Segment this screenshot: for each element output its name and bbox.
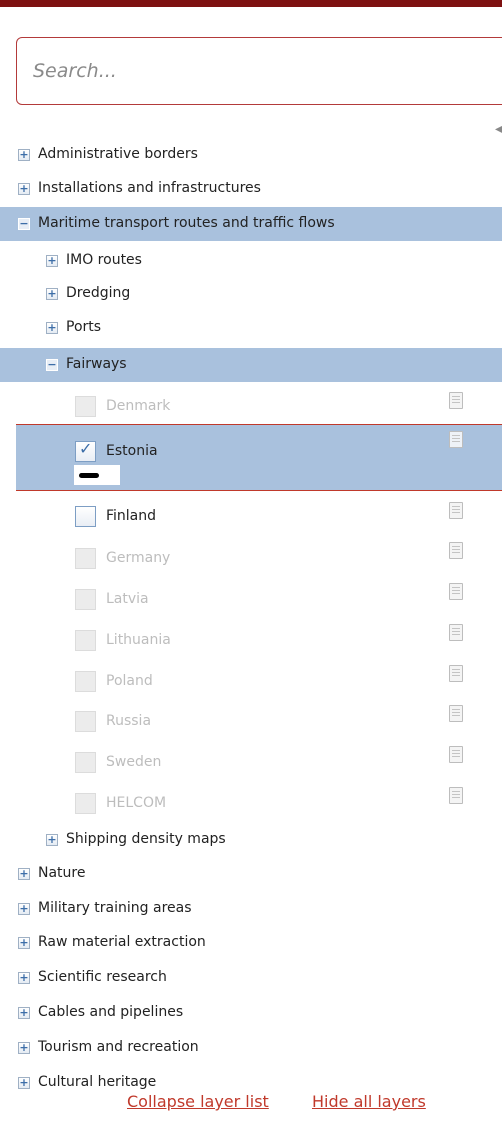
check-icon: ✓ (79, 439, 93, 458)
tree-item-label: Installations and infrastructures (38, 180, 261, 196)
expand-icon[interactable]: + (18, 1007, 30, 1019)
layer-label: Denmark (106, 398, 171, 414)
expand-icon[interactable]: + (46, 322, 58, 334)
tree-item-label: Scientific research (38, 969, 167, 985)
layer-label: Lithuania (106, 632, 171, 648)
legend-line-symbol (74, 465, 120, 485)
tree-item-label: Dredging (66, 285, 131, 301)
expand-icon[interactable]: + (18, 903, 30, 915)
tree-item-label: Military training areas (38, 900, 192, 916)
tree-item-cables[interactable]: + Cables and pipelines (0, 996, 502, 1030)
layer-sweden: Sweden (0, 742, 502, 782)
panel-arrow-icon[interactable]: ◀ (495, 124, 502, 135)
layer-russia: Russia (0, 701, 502, 741)
metadata-doc-icon[interactable] (449, 746, 463, 763)
tree-item-label: Raw material extraction (38, 934, 206, 950)
layer-label: Russia (106, 713, 152, 729)
tree-item-label: Shipping density maps (66, 831, 226, 847)
layer-poland: Poland (0, 661, 502, 701)
expand-icon[interactable]: + (18, 149, 30, 161)
tree-item-scientific[interactable]: + Scientific research (0, 961, 502, 995)
layer-lithuania: Lithuania (0, 620, 502, 660)
expand-icon[interactable]: + (18, 972, 30, 984)
tree-item-label: Administrative borders (38, 146, 198, 162)
layer-label: Latvia (106, 591, 149, 607)
tree-item-dredging[interactable]: + Dredging (0, 277, 502, 311)
expand-icon[interactable]: + (18, 868, 30, 880)
layer-helcom: HELCOM (0, 783, 502, 823)
tree-item-tourism[interactable]: + Tourism and recreation (0, 1031, 502, 1065)
top-bar (0, 0, 502, 7)
tree-item-raw-material[interactable]: + Raw material extraction (0, 926, 502, 960)
metadata-doc-icon[interactable] (449, 787, 463, 804)
tree-item-installations[interactable]: + Installations and infrastructures (0, 172, 502, 206)
layer-label: Finland (106, 508, 157, 524)
collapse-layer-list-link[interactable]: Collapse layer list (127, 1092, 269, 1111)
tree-item-label: Maritime transport routes and traffic fl… (38, 215, 335, 231)
tree-item-ports[interactable]: + Ports (0, 311, 502, 345)
tree-item-administrative-borders[interactable]: + Administrative borders (0, 138, 502, 172)
tree-item-maritime-transport[interactable]: − Maritime transport routes and traffic … (0, 207, 502, 241)
hide-all-layers-link[interactable]: Hide all layers (312, 1092, 426, 1111)
metadata-doc-icon[interactable] (449, 392, 463, 409)
layer-checkbox (75, 752, 96, 773)
expand-icon[interactable]: + (18, 1077, 30, 1089)
layer-checkbox (75, 793, 96, 814)
layer-germany: Germany (0, 538, 502, 578)
layer-checkbox (75, 396, 96, 417)
tree-item-fairways[interactable]: − Fairways (0, 348, 502, 382)
layer-finland[interactable]: Finland (0, 496, 502, 536)
tree-item-label: IMO routes (66, 252, 142, 268)
expand-icon[interactable]: + (46, 255, 58, 267)
expand-icon[interactable]: + (46, 288, 58, 300)
layer-checkbox (75, 630, 96, 651)
layer-checkbox (75, 589, 96, 610)
tree-item-label: Nature (38, 865, 86, 881)
metadata-doc-icon[interactable] (449, 624, 463, 641)
search-input[interactable] (33, 57, 493, 85)
expand-icon[interactable]: + (18, 937, 30, 949)
collapse-icon[interactable]: − (46, 359, 58, 371)
layer-latvia: Latvia (0, 579, 502, 619)
expand-icon[interactable]: + (46, 834, 58, 846)
layer-label: HELCOM (106, 795, 167, 811)
layer-checkbox (75, 671, 96, 692)
layer-checkbox[interactable]: ✓ (75, 439, 96, 462)
layer-label: Poland (106, 673, 153, 689)
layer-label: Germany (106, 550, 171, 566)
collapse-icon[interactable]: − (18, 218, 30, 230)
tree-item-label: Ports (66, 319, 102, 335)
layer-checkbox (75, 711, 96, 732)
metadata-doc-icon[interactable] (449, 431, 463, 448)
tree-item-military[interactable]: + Military training areas (0, 892, 502, 926)
expand-icon[interactable]: + (18, 1042, 30, 1054)
tree-item-label: Tourism and recreation (38, 1039, 199, 1055)
tree-item-label: Cultural heritage (38, 1074, 157, 1090)
metadata-doc-icon[interactable] (449, 542, 463, 559)
metadata-doc-icon[interactable] (449, 502, 463, 519)
search-box[interactable] (16, 37, 502, 105)
expand-icon[interactable]: + (18, 183, 30, 195)
tree-item-nature[interactable]: + Nature (0, 857, 502, 891)
layer-checkbox[interactable] (75, 506, 96, 527)
layer-label: Sweden (106, 754, 162, 770)
metadata-doc-icon[interactable] (449, 583, 463, 600)
tree-item-label: Fairways (66, 356, 127, 372)
metadata-doc-icon[interactable] (449, 705, 463, 722)
tree-item-shipping-density[interactable]: + Shipping density maps (0, 823, 502, 857)
layer-label: Estonia (106, 443, 158, 459)
tree-item-label: Cables and pipelines (38, 1004, 184, 1020)
metadata-doc-icon[interactable] (449, 665, 463, 682)
layer-estonia[interactable]: ✓ Estonia (16, 424, 502, 491)
layer-denmark: Denmark (0, 386, 502, 426)
layer-checkbox (75, 548, 96, 569)
tree-item-imo-routes[interactable]: + IMO routes (0, 244, 502, 278)
